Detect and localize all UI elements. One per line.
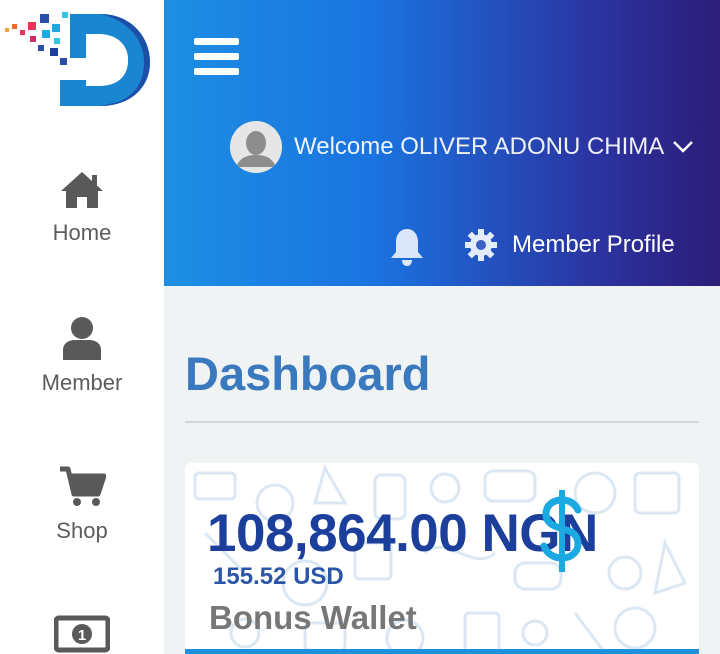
svg-text:1: 1: [78, 627, 86, 644]
member-profile-link[interactable]: Member Profile: [464, 228, 675, 262]
dollar-icon: [540, 490, 582, 572]
hamburger-icon[interactable]: [194, 38, 239, 76]
sidebar-item-member[interactable]: Member: [0, 316, 164, 396]
sidebar-item-money[interactable]: 1: [0, 614, 164, 654]
sidebar-item-label: Member: [41, 370, 123, 395]
banknote-icon: 1: [54, 615, 110, 653]
chevron-down-icon: [673, 141, 694, 153]
wallet-label: Bonus Wallet: [209, 599, 417, 636]
sidebar-item-home[interactable]: Home: [0, 170, 164, 246]
avatar: [230, 121, 282, 173]
welcome-text: Welcome OLIVER ADONU CHIMA: [294, 133, 665, 160]
sidebar-item-label: Shop: [56, 518, 108, 543]
page-title: Dashboard: [185, 347, 431, 400]
bonus-wallet-card[interactable]: 108,864.00 NGN 155.52 USD Bonus Wallet: [185, 463, 699, 654]
gear-icon: [465, 229, 497, 261]
user-menu[interactable]: Welcome OLIVER ADONU CHIMA: [230, 121, 694, 173]
top-header: Welcome OLIVER ADONU CHIMA Member Profil…: [164, 0, 720, 286]
logo[interactable]: [0, 0, 164, 120]
bell-icon[interactable]: [389, 227, 425, 272]
divider: [185, 421, 699, 423]
wallet-usd-amount: 155.52 USD: [213, 563, 344, 590]
card-accent-bar: [185, 649, 699, 654]
home-icon: [61, 172, 103, 208]
cart-icon: [60, 466, 106, 506]
member-profile-label: Member Profile: [512, 231, 675, 258]
sidebar: Home Member Shop 1: [0, 0, 164, 654]
sidebar-item-label: Home: [52, 220, 112, 245]
sidebar-item-shop[interactable]: Shop: [0, 466, 164, 544]
user-icon: [63, 317, 101, 360]
